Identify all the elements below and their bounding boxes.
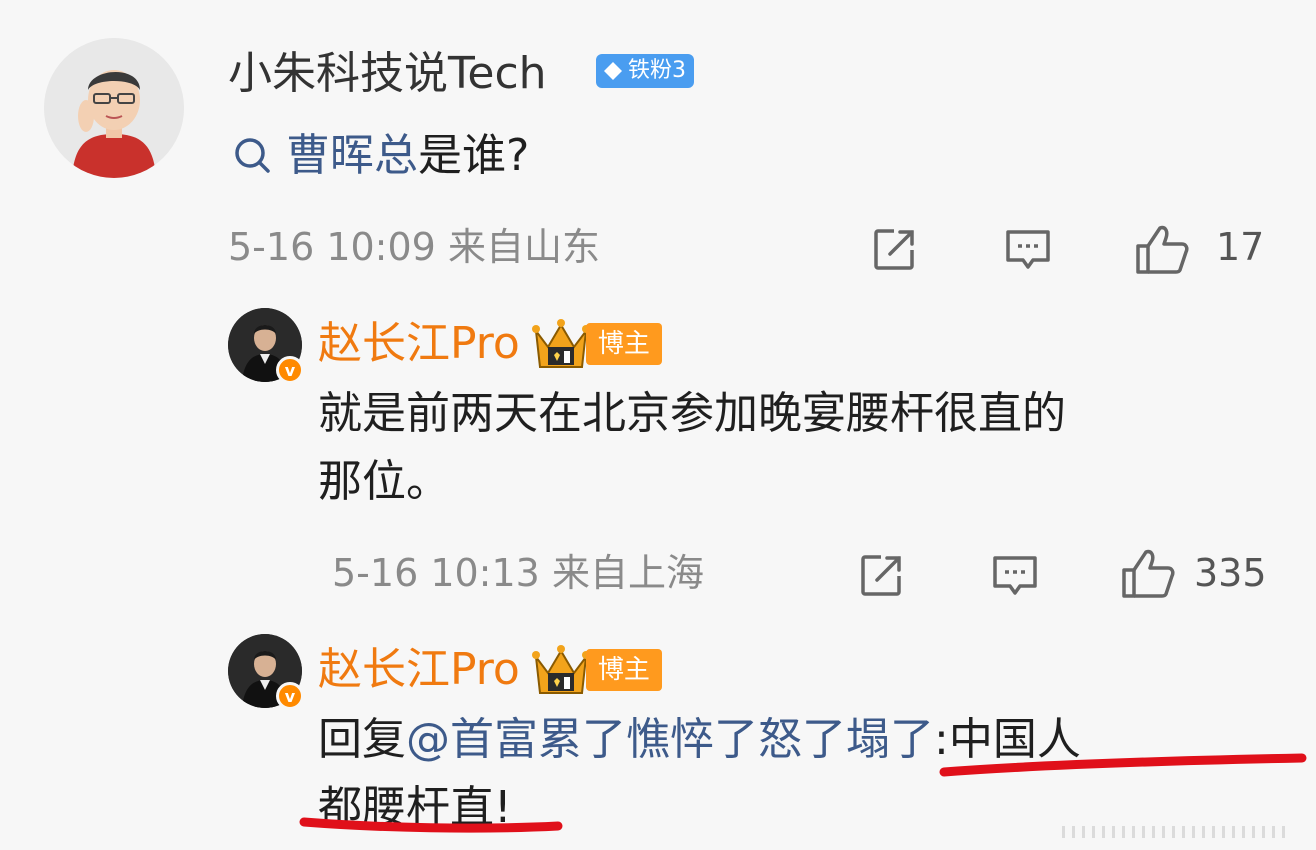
comment-date: 5-16 10:09 <box>228 225 436 269</box>
like-icon[interactable] <box>1120 546 1176 602</box>
reply-date: 5-16 10:13 <box>332 551 540 595</box>
comment-icon[interactable] <box>990 550 1040 600</box>
mention-link[interactable]: @首富累了憔悴了怒了塌了 <box>406 714 934 765</box>
username[interactable]: 赵长江Pro <box>318 314 520 374</box>
topic-link[interactable]: 曹晖总 <box>286 126 418 186</box>
avatar[interactable] <box>44 38 184 178</box>
comment-location: 来自山东 <box>447 225 600 269</box>
reply-content: 回复@首富累了憔悴了怒了塌了:中国人 都腰杆直! <box>318 706 1278 842</box>
reply-text-line: 就是前两天在北京参加晚宴腰杆很直的 <box>318 388 1066 439</box>
like-count: 17 <box>1216 225 1265 269</box>
blogger-badge-label: 博主 <box>585 649 662 691</box>
reply-text-line: 那位。 <box>318 456 450 507</box>
comment-icon[interactable] <box>1003 224 1053 274</box>
blogger-badge-label: 博主 <box>585 323 662 365</box>
username[interactable]: 赵长江Pro <box>318 640 520 700</box>
reply-prefix: 回复 <box>318 714 406 765</box>
reply-location: 来自上海 <box>551 551 704 595</box>
like-icon[interactable] <box>1134 222 1190 278</box>
verified-icon: v <box>276 682 304 710</box>
crown-icon <box>531 319 590 368</box>
crown-icon <box>531 645 590 694</box>
comment-text: 是谁? <box>418 130 530 181</box>
fan-badge[interactable]: 铁粉3 <box>596 54 694 88</box>
avatar[interactable]: v <box>228 308 304 384</box>
comment-content: 曹晖总 是谁? <box>230 126 529 186</box>
reply-header: 赵长江Pro 博主 <box>318 640 662 700</box>
verified-icon: v <box>276 356 304 384</box>
share-icon[interactable] <box>857 550 907 600</box>
reply-meta: 5-16 10:13 来自上海 <box>332 548 704 598</box>
blogger-badge[interactable]: 博主 <box>531 640 662 700</box>
reply-text: :中国人 <box>934 714 1081 765</box>
scroll-indicator <box>1062 826 1292 838</box>
diamond-icon <box>604 62 622 80</box>
reply-text-line: 回复@首富累了憔悴了怒了塌了:中国人 <box>318 706 1278 774</box>
reply-content: 就是前两天在北京参加晚宴腰杆很直的 那位。 <box>318 380 1278 516</box>
fan-badge-label: 铁粉3 <box>628 58 686 83</box>
username[interactable]: 小朱科技说Tech <box>228 44 547 104</box>
like-count: 335 <box>1194 551 1267 595</box>
reply-header: 赵长江Pro 博主 <box>318 314 662 374</box>
blogger-badge[interactable]: 博主 <box>531 314 662 374</box>
share-icon[interactable] <box>870 224 920 274</box>
search-icon <box>235 138 270 173</box>
comment-meta: 5-16 10:09 来自山东 <box>228 222 600 272</box>
avatar[interactable]: v <box>228 634 304 710</box>
